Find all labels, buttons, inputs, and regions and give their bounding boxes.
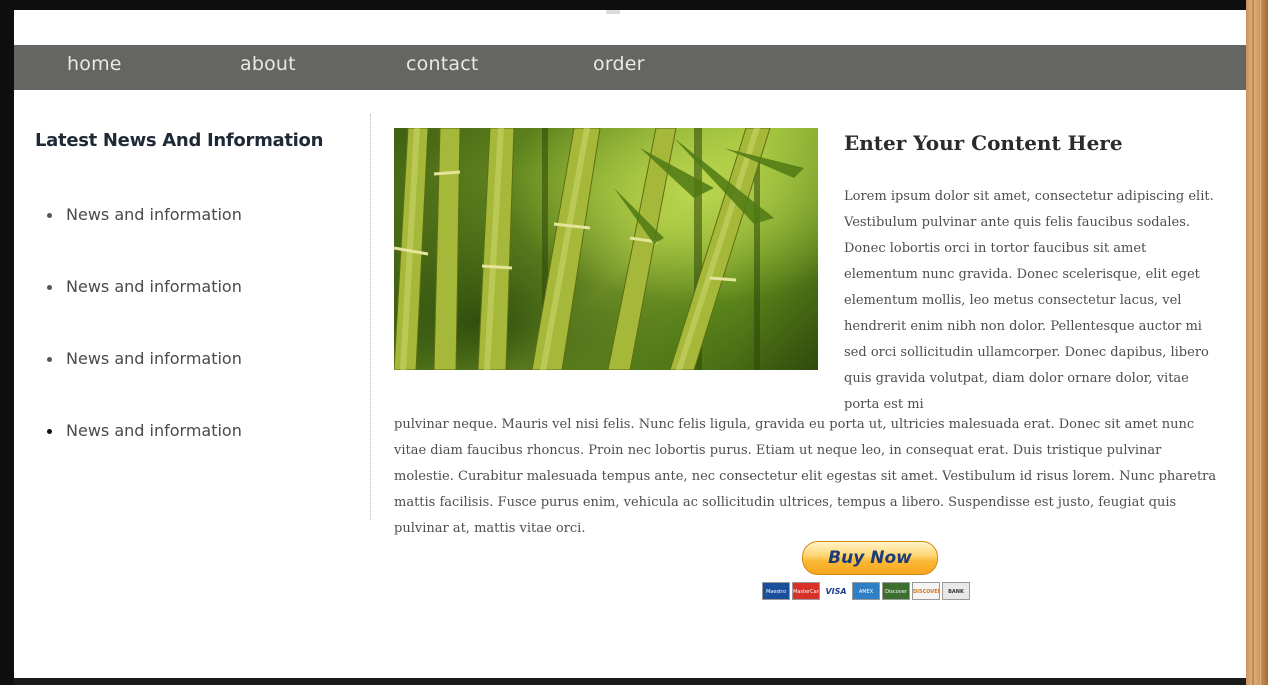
visa-card-icon: VISA <box>822 582 850 600</box>
nav-about-link[interactable]: about <box>240 53 296 75</box>
payment-cards: Maestro MasterCard VISA AMEX Discover DI… <box>762 580 970 602</box>
news-item-label[interactable]: News and information <box>66 205 242 224</box>
news-list-item[interactable]: News and information <box>47 421 242 440</box>
bank-card-icon: BANK <box>942 582 970 600</box>
bullet-icon <box>47 429 52 434</box>
content-title: Enter Your Content Here <box>844 131 1123 155</box>
bottom-frame-edge <box>14 678 1246 685</box>
maestro-card-icon: Maestro <box>762 582 790 600</box>
discover-network-card-icon: DISCOVER <box>912 582 940 600</box>
news-list-item[interactable]: News and information <box>47 205 242 224</box>
nav-contact-link[interactable]: contact <box>406 53 479 75</box>
wood-edge-decoration <box>1246 0 1268 685</box>
main-nav: home about contact order <box>14 45 1246 90</box>
amex-card-icon: AMEX <box>852 582 880 600</box>
page-container: home about contact order Latest News And… <box>14 10 1246 678</box>
bullet-icon <box>47 285 52 290</box>
discover-card-icon: Discover <box>882 582 910 600</box>
content-paragraph-top: Lorem ipsum dolor sit amet, consectetur … <box>844 189 1214 412</box>
bamboo-illustration <box>394 128 804 370</box>
news-item-label[interactable]: News and information <box>66 421 242 440</box>
bullet-icon <box>47 213 52 218</box>
bamboo-photo <box>394 128 818 370</box>
nav-order-link[interactable]: order <box>593 53 645 75</box>
buy-now-button[interactable]: Buy Now <box>802 541 938 575</box>
news-list-item[interactable]: News and information <box>47 349 242 368</box>
news-item-label[interactable]: News and information <box>66 277 242 296</box>
column-divider <box>370 114 371 520</box>
content-paragraph-bottom: pulvinar neque. Mauris vel nisi felis. N… <box>394 417 1217 536</box>
news-item-label[interactable]: News and information <box>66 349 242 368</box>
nav-home-link[interactable]: home <box>67 53 122 75</box>
news-sidebar: Latest News And Information News and inf… <box>14 90 370 530</box>
sidebar-title: Latest News And Information <box>35 130 324 151</box>
bullet-icon <box>47 357 52 362</box>
top-handle <box>606 10 620 14</box>
mastercard-card-icon: MasterCard <box>792 582 820 600</box>
news-list-item[interactable]: News and information <box>47 277 242 296</box>
